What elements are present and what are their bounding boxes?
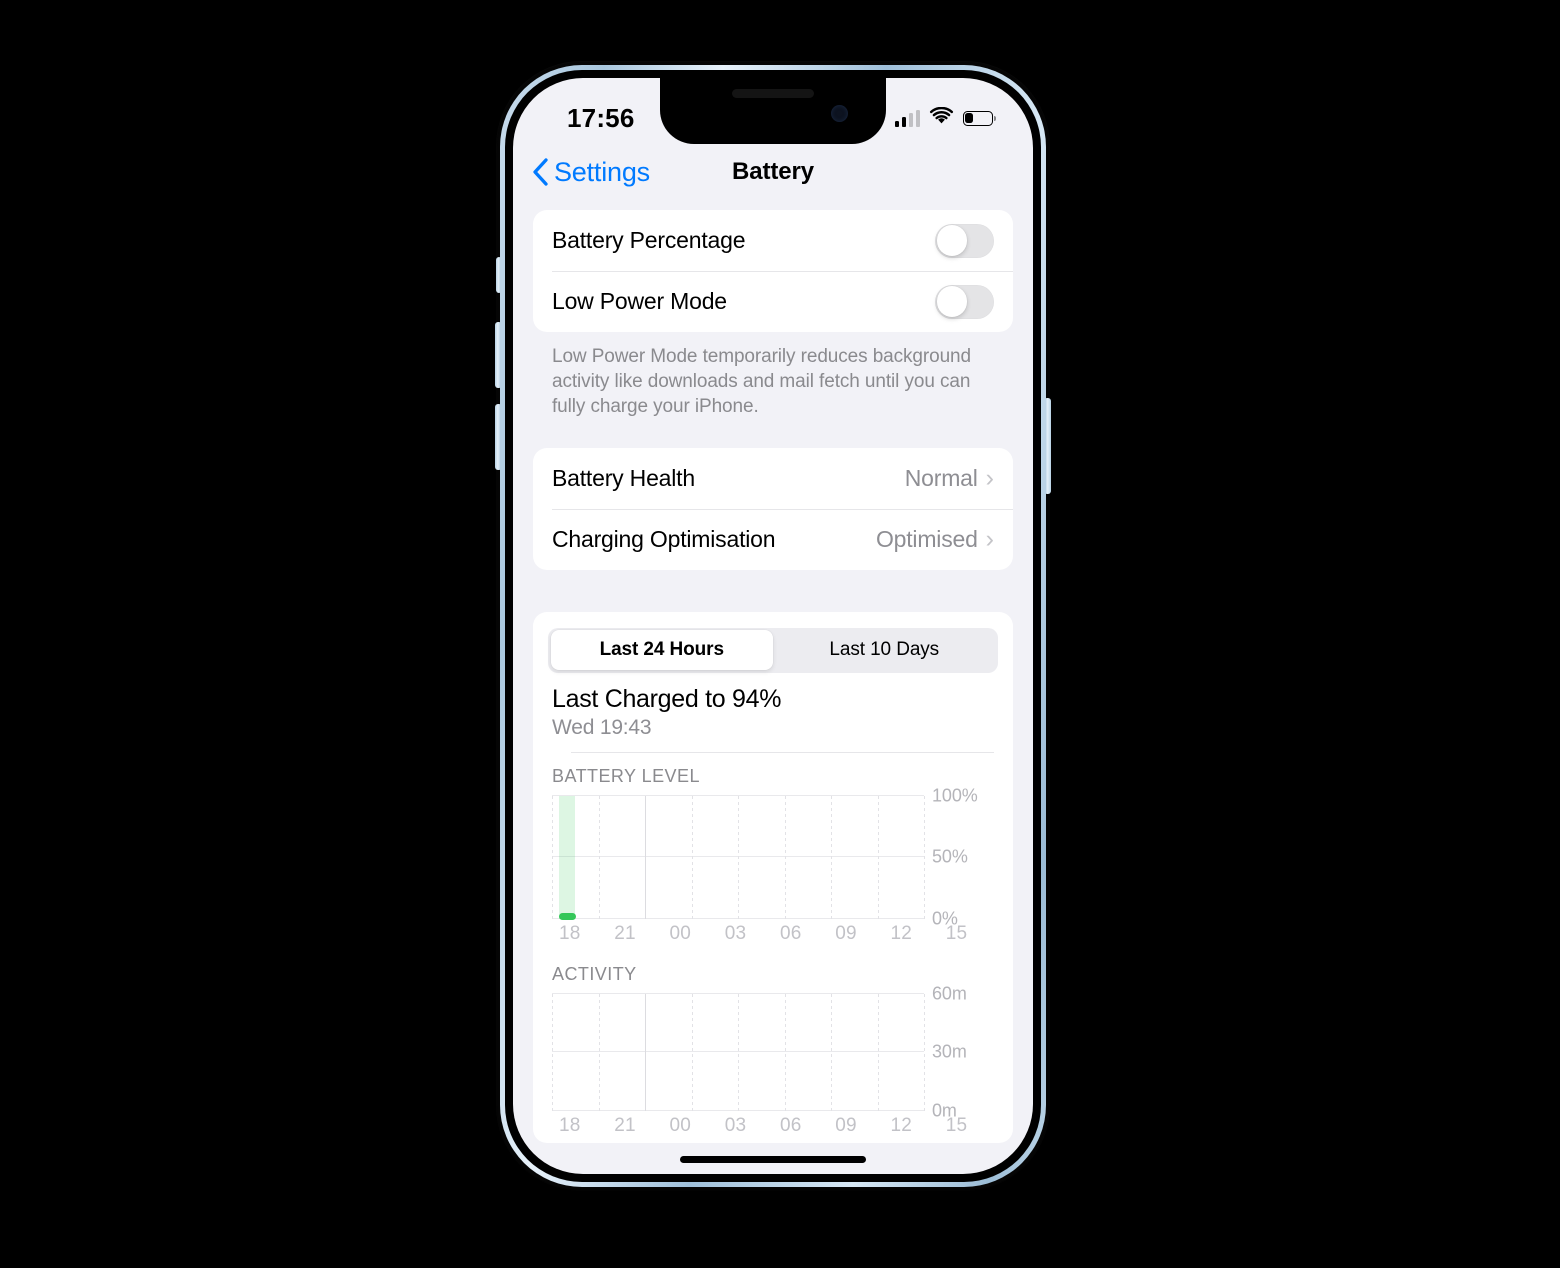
x-axis-tick-label: 06 — [780, 1114, 802, 1136]
row-charging-optimisation-right: Optimised › — [876, 526, 994, 553]
screenshot-stage: 17:56 Settings Battery Battery Percentag… — [0, 0, 1560, 1268]
x-axis-tick-label: 18 — [559, 1114, 581, 1136]
time-range-segmented-control[interactable]: Last 24 Hours Last 10 Days — [548, 627, 998, 673]
y-axis-tick-label: 30m — [932, 1041, 967, 1062]
battery-level-plot: 0% 50% 100% — [552, 785, 994, 928]
charging-optimisation-value: Optimised — [875, 525, 978, 552]
battery-usage-card: Last 24 Hours Last 10 Days Last Charged … — [533, 611, 1013, 1143]
x-axis-tick-label: 12 — [890, 1114, 913, 1136]
chevron-left-icon — [531, 157, 549, 187]
back-button[interactable]: Settings — [531, 157, 650, 188]
chevron-right-icon: › — [985, 524, 994, 553]
activity-chart-block: ACTIVITY 0m 30m 60m 18 21 00 03 06 09 12 15 — [533, 951, 1013, 1143]
x-axis-tick-label: 09 — [835, 1114, 857, 1136]
row-charging-optimisation[interactable]: Charging Optimisation Optimised › — [533, 508, 1013, 570]
charging-indicator-bar — [558, 912, 576, 920]
last-charged-subtitle: Wed 19:43 — [552, 715, 652, 739]
tab-last-10-days[interactable]: Last 10 Days — [773, 630, 996, 670]
battery-level-chart-title: BATTERY LEVEL — [552, 765, 700, 786]
row-low-power-mode-label: Low Power Mode — [552, 288, 727, 314]
toggle-knob — [936, 286, 968, 317]
battery-health-value: Normal — [904, 464, 978, 491]
x-axis-tick-label: 21 — [614, 922, 636, 944]
status-bar-icons — [894, 93, 998, 130]
status-bar: 17:56 — [513, 78, 1033, 144]
low-power-mode-toggle[interactable] — [935, 284, 994, 319]
y-axis-tick-label: 100% — [932, 785, 978, 806]
x-axis-tick-label: 21 — [614, 1114, 636, 1136]
last-charged-block: Last Charged to 94% Wed 19:43 — [533, 673, 1013, 753]
home-indicator[interactable] — [680, 1156, 866, 1163]
battery-health-card: Battery Health Normal › Charging Optimis… — [533, 447, 1013, 570]
x-axis-tick-label: 06 — [780, 922, 802, 944]
battery-level-y-axis: 0% 50% 100% — [924, 785, 994, 928]
x-axis-tick-label: 09 — [835, 922, 857, 944]
phone-frame: 17:56 Settings Battery Battery Percentag… — [500, 65, 1046, 1187]
row-battery-health[interactable]: Battery Health Normal › — [533, 448, 1013, 509]
last-charged-title: Last Charged to 94% — [552, 684, 782, 713]
x-axis-tick-label: 15 — [945, 1114, 968, 1136]
wifi-icon — [929, 106, 954, 130]
x-axis-tick-label: 00 — [669, 1114, 692, 1136]
toggle-knob — [936, 225, 968, 256]
x-axis-tick-label: 15 — [945, 922, 968, 944]
activity-x-axis: 18 21 00 03 06 09 12 15 — [552, 1115, 994, 1143]
back-button-label: Settings — [554, 156, 650, 187]
row-battery-health-label: Battery Health — [552, 464, 695, 491]
x-axis-tick-label: 03 — [724, 1114, 747, 1136]
battery-level-bars — [552, 796, 924, 919]
activity-chart-title: ACTIVITY — [552, 963, 637, 984]
battery-settings-card: Battery Percentage Low Power Mode — [533, 210, 1013, 332]
charging-period-band — [558, 795, 576, 919]
x-axis-tick-label: 12 — [890, 922, 913, 944]
battery-percentage-toggle[interactable] — [935, 223, 994, 258]
cellular-signal-icon — [894, 109, 920, 127]
battery-level-chart-block: BATTERY LEVEL 0% 50% 100% 18 21 00 03 06 09 12 15 — [533, 753, 1013, 951]
y-axis-tick-label: 60m — [932, 983, 967, 1004]
phone-screen: 17:56 Settings Battery Battery Percentag… — [513, 78, 1033, 1174]
x-axis-tick-label: 00 — [669, 922, 692, 944]
tab-last-24-hours[interactable]: Last 24 Hours — [550, 630, 773, 671]
row-battery-health-right: Normal › — [905, 465, 994, 492]
activity-plot: 0m 30m 60m — [552, 983, 994, 1120]
activity-plot-area — [552, 992, 925, 1111]
row-battery-percentage-label: Battery Percentage — [552, 227, 746, 253]
row-battery-percentage[interactable]: Battery Percentage — [533, 210, 1013, 271]
segmented-control-wrap: Last 24 Hours Last 10 Days — [533, 612, 1013, 673]
x-axis-tick-label: 03 — [724, 922, 747, 944]
activity-bars — [552, 994, 924, 1111]
battery-level-x-axis: 18 21 00 03 06 09 12 15 — [552, 912, 994, 951]
activity-y-axis: 0m 30m 60m — [924, 983, 994, 1120]
chevron-right-icon: › — [985, 463, 994, 492]
x-axis-tick-label: 18 — [559, 922, 581, 944]
settings-content: Battery Percentage Low Power Mode Low Po… — [513, 200, 1033, 1143]
status-bar-time: 17:56 — [567, 102, 635, 133]
phone-bezel: 17:56 Settings Battery Battery Percentag… — [505, 70, 1041, 1182]
battery-low-icon — [963, 110, 996, 126]
low-power-mode-footnote: Low Power Mode temporarily reduces backg… — [552, 346, 971, 417]
row-low-power-mode[interactable]: Low Power Mode — [533, 271, 1013, 332]
navigation-bar: Settings Battery — [513, 144, 1033, 200]
row-charging-optimisation-label: Charging Optimisation — [552, 525, 776, 552]
y-axis-tick-label: 50% — [932, 846, 968, 867]
battery-level-plot-area — [552, 794, 925, 919]
